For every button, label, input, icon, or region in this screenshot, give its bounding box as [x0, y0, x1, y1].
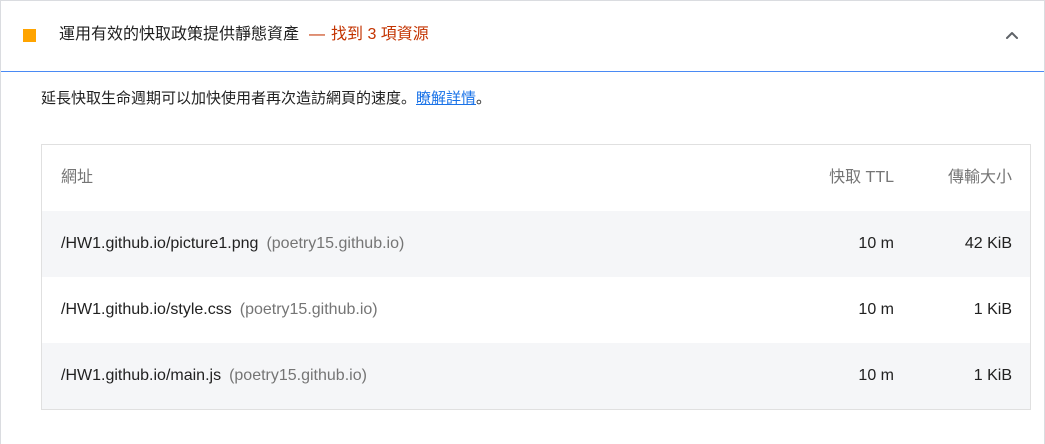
row-transfer-size: 42 KiB — [964, 235, 1012, 252]
row-url: /HW1.github.io/style.css (poetry15.github… — [61, 277, 378, 343]
table-row: /HW1.github.io/main.js (poetry15.github.i… — [42, 343, 1030, 409]
audit-title: 運用有效的快取政策提供靜態資產 — 找到 3 項資源 — [59, 24, 429, 46]
chevron-up-icon[interactable] — [1004, 27, 1020, 43]
audit-header[interactable]: 運用有效的快取政策提供靜態資產 — 找到 3 項資源 — [1, 1, 1044, 72]
audit-title-text: 運用有效的快取政策提供靜態資產 — [59, 26, 300, 43]
row-transfer-size: 1 KiB — [973, 301, 1012, 318]
average-status-icon — [23, 29, 36, 42]
header-transfer-size: 傳輸大小 — [947, 169, 1012, 186]
header-url: 網址 — [61, 169, 94, 186]
title-separator: — — [309, 26, 326, 43]
row-cache-ttl: 10 m — [858, 367, 894, 384]
row-transfer-size: 1 KiB — [973, 367, 1012, 384]
audit-panel: 運用有效的快取政策提供靜態資產 — 找到 3 項資源 延長快取生命週期可以加快使用者… — [0, 0, 1045, 444]
description-text: 延長快取生命週期可以加快使用者再次造訪網頁的速度。 — [41, 90, 417, 107]
row-cache-ttl: 10 m — [858, 235, 894, 252]
description-end: 。 — [476, 90, 492, 107]
row-url: /HW1.github.io/main.js (poetry15.github.i… — [61, 343, 367, 409]
url-origin: (poetry15.github.io) — [229, 367, 367, 384]
url-origin: (poetry15.github.io) — [266, 235, 405, 252]
row-cache-ttl: 10 m — [858, 301, 894, 318]
header-cache-ttl: 快取 TTL — [829, 169, 894, 186]
resource-table: 網址 快取 TTL 傳輸大小 /HW1.github.io/picture1.p… — [41, 144, 1031, 410]
learn-more-link[interactable]: 瞭解詳情 — [416, 90, 476, 107]
found-count: 找到 3 項資源 — [331, 26, 429, 43]
table-header-row: 網址 快取 TTL 傳輸大小 — [42, 145, 1030, 211]
url-path[interactable]: /HW1.github.io/style.css — [61, 301, 232, 318]
url-path[interactable]: /HW1.github.io/picture1.png — [61, 235, 258, 252]
row-url: /HW1.github.io/picture1.png (poetry15.git… — [61, 211, 404, 277]
url-origin: (poetry15.github.io) — [239, 301, 378, 318]
table-row: /HW1.github.io/picture1.png (poetry15.git… — [42, 211, 1030, 277]
table-row: /HW1.github.io/style.css (poetry15.github… — [42, 277, 1030, 343]
audit-description: 延長快取生命週期可以加快使用者再次造訪網頁的速度。瞭解詳情。 — [41, 88, 491, 110]
url-path[interactable]: /HW1.github.io/main.js — [61, 367, 221, 384]
